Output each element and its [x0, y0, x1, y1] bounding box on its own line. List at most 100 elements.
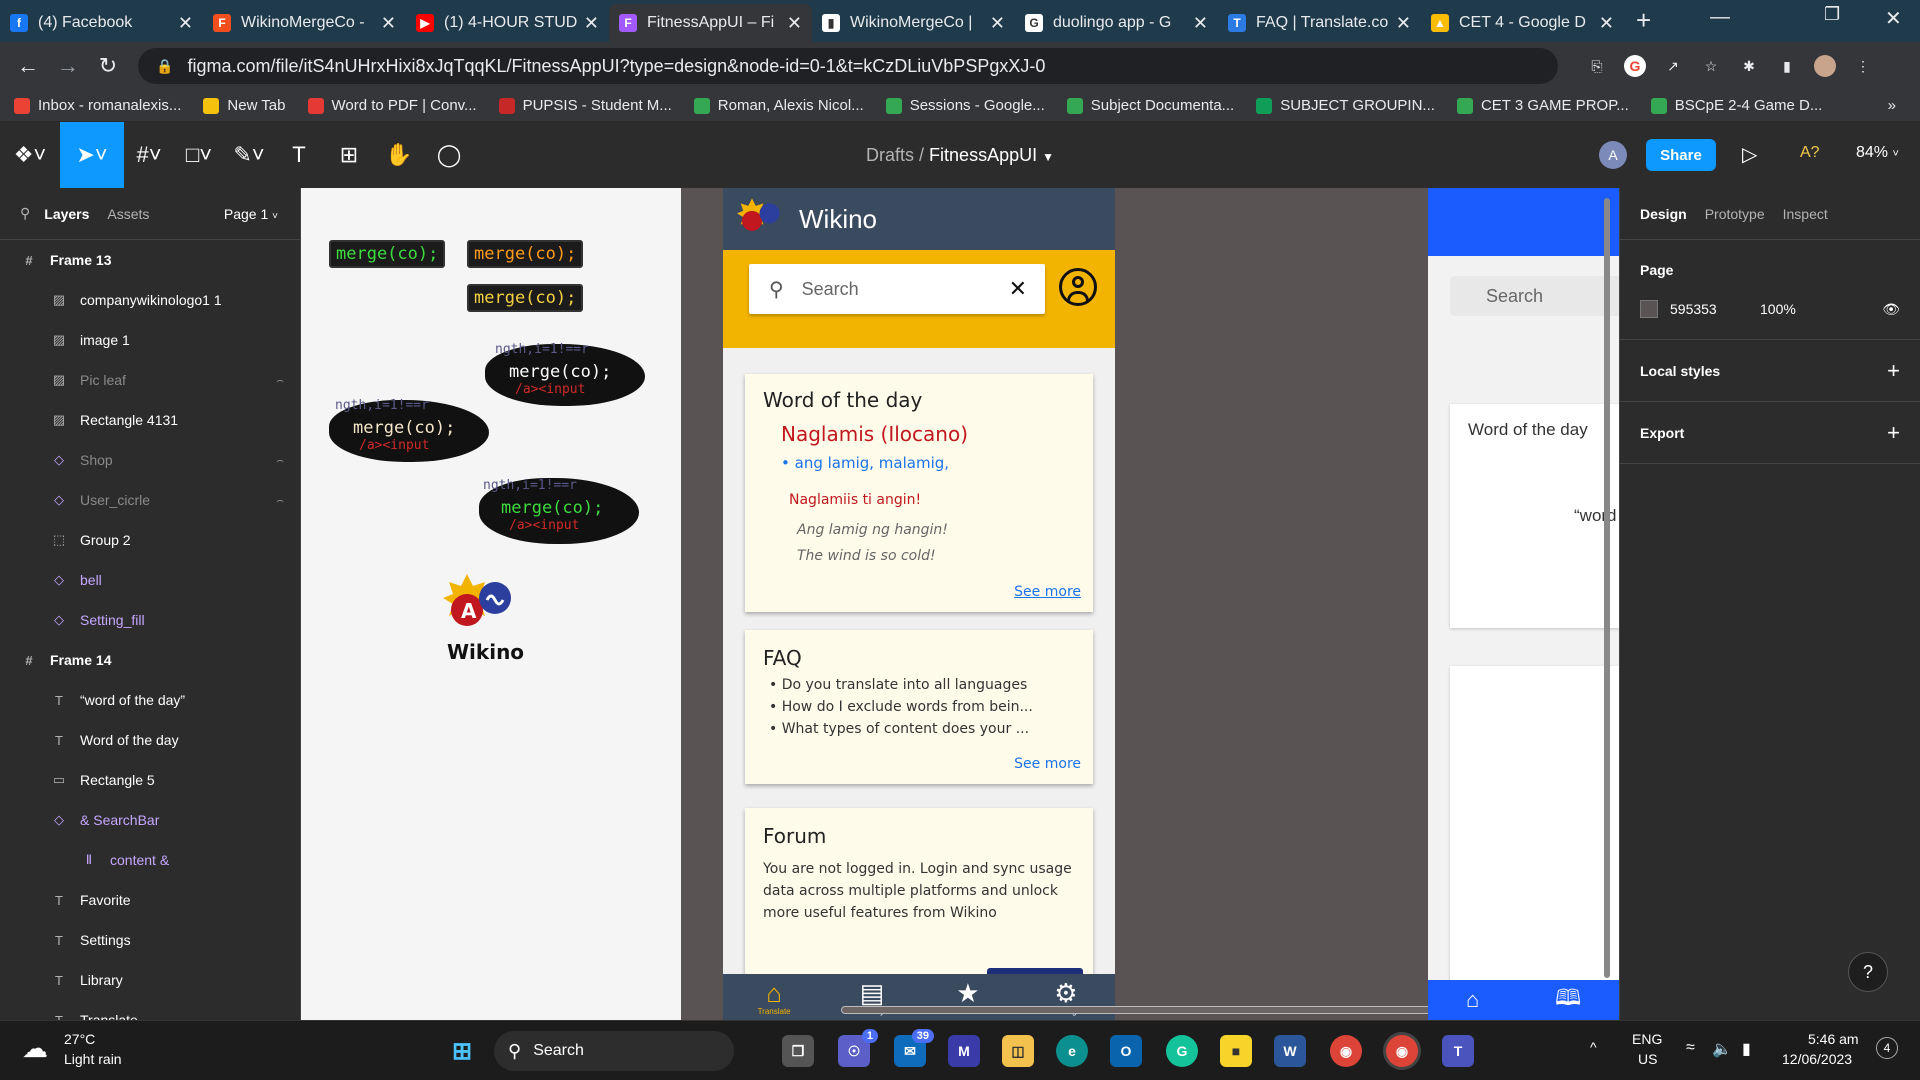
reload-icon[interactable]: ↻ [88, 53, 128, 79]
hand-tool-icon[interactable]: ✋ [374, 122, 424, 188]
side-panel-icon[interactable]: ▮ [1776, 55, 1798, 77]
faq-card[interactable]: FAQ • Do you translate into all language… [745, 630, 1093, 784]
tab-inspect[interactable]: Inspect [1783, 206, 1828, 222]
forward-icon[interactable]: → [48, 53, 88, 79]
close-window-icon[interactable]: ✕ [1885, 6, 1902, 31]
breadcrumb-drafts[interactable]: Drafts [866, 145, 914, 165]
add-export-icon[interactable]: + [1887, 420, 1900, 446]
close-tab-icon[interactable]: ✕ [178, 13, 193, 34]
region-indicator[interactable]: US [1638, 1051, 1657, 1067]
present-play-icon[interactable]: ▷ [1742, 142, 1757, 167]
word-of-the-day-card[interactable]: Word of the day Naglamis (Ilocano) • ang… [745, 374, 1093, 612]
resources-icon[interactable]: ⊞ [324, 122, 374, 188]
profile-avatar[interactable] [1814, 55, 1836, 77]
back-icon[interactable]: ← [8, 53, 48, 79]
close-tab-icon[interactable]: ✕ [1193, 13, 1208, 34]
page-color-hex[interactable]: 595353 [1670, 301, 1760, 317]
bookmark-item[interactable]: Word to PDF | Conv... [307, 97, 477, 114]
frame-14-phone[interactable]: Wikino ⚲ Search ✕ Word of the day Naglam… [723, 188, 1115, 1020]
browser-tab[interactable]: ▲ CET 4 - Google D ✕ [1421, 4, 1624, 42]
layer-row[interactable]: T Word of the day [0, 720, 300, 760]
merge-logo-green[interactable]: merge(co); [329, 240, 446, 268]
faq-item[interactable]: • What types of content does your ... [763, 718, 1075, 740]
text-tool-icon[interactable]: T [274, 122, 324, 188]
layer-row[interactable]: ⬚ Group 2 [0, 520, 300, 560]
sticky-notes-icon[interactable]: ■ [1220, 1035, 1252, 1067]
move-tool-icon[interactable]: ➤˅ [60, 122, 124, 188]
file-explorer-icon[interactable]: ◫ [1002, 1035, 1034, 1067]
shape-tool-icon[interactable]: □˅ [174, 122, 224, 188]
layer-row[interactable]: ◇ User_cicrle ⌢ [0, 480, 300, 520]
search-layers-icon[interactable]: ⚲ [20, 205, 30, 222]
close-tab-icon[interactable]: ✕ [990, 13, 1005, 34]
user-avatar[interactable]: A [1599, 141, 1627, 169]
volume-icon[interactable]: 🔈 [1712, 1039, 1732, 1059]
layer-row[interactable]: T “word of the day” [0, 680, 300, 720]
tab-prototype[interactable]: Prototype [1705, 206, 1765, 222]
bookmark-star-icon[interactable]: ☆ [1700, 55, 1722, 77]
close-tab-icon[interactable]: ✕ [787, 13, 802, 34]
page-color-swatch[interactable] [1640, 300, 1658, 318]
hidden-eye-icon[interactable]: ⌢ [276, 373, 284, 388]
close-tab-icon[interactable]: ✕ [1396, 13, 1411, 34]
teams-icon[interactable]: T [1442, 1035, 1474, 1067]
edge-icon[interactable]: e [1056, 1035, 1088, 1067]
layer-row[interactable]: ◇ bell [0, 560, 300, 600]
wikino-logo[interactable]: A [443, 572, 523, 642]
merge-logo-orange[interactable]: merge(co); [467, 240, 584, 268]
minimize-icon[interactable]: — [1710, 6, 1730, 29]
weather-desc[interactable]: Light rain [64, 1051, 122, 1067]
home-icon[interactable]: ⌂ [1466, 987, 1479, 1013]
partial-word-card[interactable]: Word of the day “word o [1450, 404, 1619, 628]
layer-row[interactable]: T Favorite [0, 880, 300, 920]
partial-content-card[interactable] [1450, 666, 1619, 982]
clock-date[interactable]: 12/06/2023 [1782, 1051, 1852, 1067]
language-indicator[interactable]: ENG [1632, 1031, 1662, 1047]
word-icon[interactable]: W [1274, 1035, 1306, 1067]
task-view-icon[interactable]: ❐ [782, 1035, 814, 1067]
merge-splash-image[interactable]: ngth,i=1!==r merge(co); /a><input [329, 398, 489, 462]
frame-13[interactable]: merge(co); merge(co); merge(co); ngth,i=… [301, 188, 681, 1020]
visual-studio-icon[interactable]: M [948, 1035, 980, 1067]
missing-fonts-indicator[interactable]: A? [1800, 144, 1820, 162]
layer-row[interactable]: ▭ Rectangle 5 [0, 760, 300, 800]
bookmark-item[interactable]: Inbox - romanalexis... [14, 97, 181, 114]
horizontal-scrollbar[interactable] [841, 1006, 1515, 1014]
bookmarks-overflow-icon[interactable]: » [1888, 97, 1896, 114]
bookmark-item[interactable]: Subject Documenta... [1066, 97, 1234, 114]
mail-icon[interactable]: ✉ 39 [894, 1029, 934, 1067]
wifi-icon[interactable]: ≈ [1686, 1039, 1695, 1057]
add-style-icon[interactable]: + [1887, 358, 1900, 384]
browser-tab[interactable]: T FAQ | Translate.co ✕ [1218, 4, 1421, 42]
chevron-down-icon[interactable]: ▼ [1042, 150, 1054, 164]
bookmark-item[interactable]: SUBJECT GROUPIN... [1256, 97, 1435, 114]
bookmark-item[interactable]: CET 3 GAME PROP... [1456, 97, 1629, 114]
page-opacity[interactable]: 100% [1760, 301, 1796, 317]
share-icon[interactable]: ↗ [1662, 55, 1684, 77]
hidden-eye-icon[interactable]: ⌢ [276, 453, 284, 468]
layer-row[interactable]: # Frame 13 [0, 240, 300, 280]
layer-row[interactable]: ◇ Shop ⌢ [0, 440, 300, 480]
faq-item[interactable]: • How do I exclude words from bein... [763, 696, 1075, 718]
forum-card[interactable]: Forum You are not logged in. Login and s… [745, 808, 1093, 992]
share-button[interactable]: Share [1646, 139, 1716, 171]
clipboard-icon[interactable]: ⎘ [1586, 55, 1608, 77]
frame-scrollbar[interactable] [1604, 198, 1610, 978]
layer-row[interactable]: ▨ companywikinologo1 1 [0, 280, 300, 320]
restore-icon[interactable]: ❐ [1824, 4, 1840, 25]
outlook-icon[interactable]: O [1110, 1035, 1142, 1067]
zoom-control[interactable]: 84% ˅ [1856, 144, 1899, 162]
user-circle-icon[interactable] [1059, 268, 1097, 306]
eye-icon[interactable]: 👁 [1882, 301, 1900, 318]
lock-icon[interactable]: 🔒 [156, 58, 173, 75]
clock-time[interactable]: 5:46 am [1808, 1031, 1859, 1047]
layer-row[interactable]: ▨ Pic leaf ⌢ [0, 360, 300, 400]
browser-tab[interactable]: F FitnessAppUI – Fi ✕ [609, 4, 812, 42]
chrome-icon[interactable]: ◉ [1330, 1035, 1362, 1067]
frame-partial-right[interactable]: Search Word of the day “word o ⌂ 🕮 [1428, 188, 1619, 1020]
layer-row[interactable]: T Library [0, 960, 300, 1000]
browser-tab[interactable]: F WikinoMergeCo - ✕ [203, 4, 406, 42]
faq-see-more-link[interactable]: See more [1014, 756, 1081, 772]
merge-splash-image[interactable]: ngth,i=1!==r merge(co); /a><input [479, 478, 639, 544]
file-name[interactable]: FitnessAppUI [929, 145, 1037, 165]
